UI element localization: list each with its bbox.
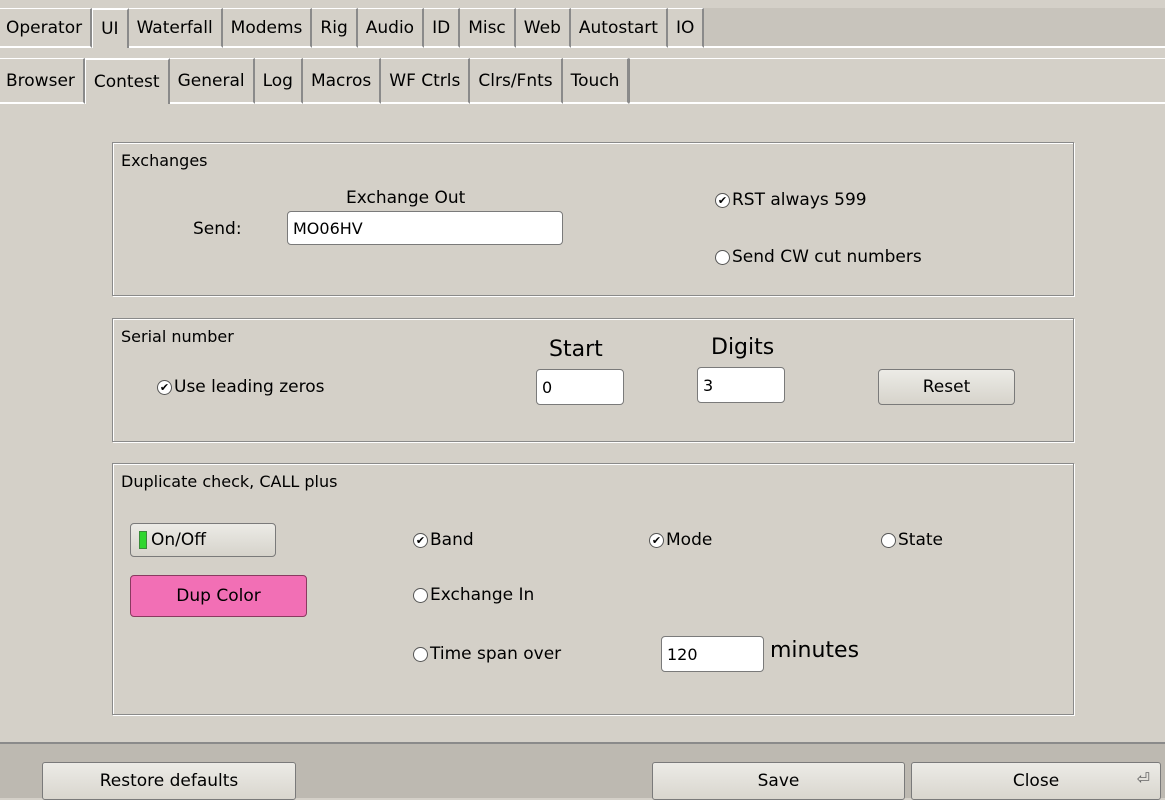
band-check-icon: ✔ (413, 532, 428, 548)
band-checkbox[interactable]: ✔ Band (413, 530, 474, 550)
tab-wf-ctrls[interactable]: WF Ctrls (381, 58, 471, 104)
send-label: Send: (193, 219, 242, 239)
tab-operator[interactable]: Operator (0, 8, 93, 48)
mode-check-icon: ✔ (649, 532, 664, 548)
tab-misc[interactable]: Misc (460, 8, 516, 48)
tab-clrs-fnts[interactable]: Clrs/Fnts (470, 58, 563, 104)
tab-id[interactable]: ID (424, 8, 461, 48)
state-label: State (898, 530, 943, 550)
close-label: Close (1012, 771, 1060, 791)
footer-bar: Restore defaults Save Close ⏎ (0, 742, 1165, 800)
restore-defaults-button[interactable]: Restore defaults (42, 762, 296, 800)
dup-color-button[interactable]: Dup Color (130, 575, 307, 617)
rst-always-599-checkbox[interactable]: ✔ RST always 599 (715, 190, 867, 210)
tab-modems[interactable]: Modems (222, 8, 313, 48)
start-input[interactable]: 0 (536, 369, 624, 405)
tab-autostart[interactable]: Autostart (570, 8, 668, 48)
exchange-in-label: Exchange In (430, 585, 535, 605)
start-label: Start (549, 337, 603, 362)
send-input[interactable]: MO06HV (287, 211, 563, 245)
return-key-icon: ⏎ (1136, 769, 1150, 788)
exchange-in-check-icon (413, 587, 428, 603)
leading-label: Use leading zeros (174, 377, 325, 397)
use-leading-zeros-checkbox[interactable]: ✔ Use leading zeros (157, 377, 325, 397)
band-label: Band (430, 530, 474, 550)
minutes-label: minutes (770, 638, 860, 663)
tab-rig[interactable]: Rig (312, 8, 358, 48)
exchanges-title: Exchanges (121, 151, 208, 170)
close-button[interactable]: Close ⏎ (911, 762, 1161, 800)
cut-label: Send CW cut numbers (732, 247, 922, 267)
tab-browser[interactable]: Browser (0, 58, 85, 104)
digits-input[interactable]: 3 (697, 367, 785, 403)
tab-waterfall[interactable]: Waterfall (128, 8, 223, 48)
reset-button[interactable]: Reset (878, 369, 1015, 405)
save-button[interactable]: Save (652, 762, 905, 800)
state-checkbox[interactable]: State (881, 530, 943, 550)
tab-web[interactable]: Web (515, 8, 571, 48)
sub-tab-bar: Browser Contest General Log Macros WF Ct… (0, 58, 1165, 104)
tab-contest[interactable]: Contest (84, 58, 170, 104)
exchange-out-label: Exchange Out (346, 188, 466, 208)
tab-io[interactable]: IO (667, 8, 705, 48)
tab-log[interactable]: Log (254, 58, 303, 104)
time-span-input[interactable]: 120 (661, 636, 764, 672)
sub-tab-bar-filler (629, 58, 1165, 104)
leading-check-icon: ✔ (157, 379, 172, 395)
cut-check-icon (715, 249, 730, 265)
rst-label: RST always 599 (732, 190, 867, 210)
tab-ui[interactable]: UI (92, 8, 129, 48)
time-span-check-icon (413, 646, 428, 662)
serial-number-group: Serial number ✔ Use leading zeros Start 0… (112, 318, 1074, 442)
duplicate-check-group: Duplicate check, CALL plus On/Off Dup Co… (112, 463, 1074, 715)
exchanges-group: Exchanges Exchange Out Send: MO06HV ✔ RST… (112, 142, 1074, 296)
light-indicator-icon (139, 531, 147, 549)
state-check-icon (881, 532, 896, 548)
tab-bar-filler (704, 8, 1165, 48)
mode-checkbox[interactable]: ✔ Mode (649, 530, 712, 550)
digits-label: Digits (711, 335, 775, 360)
tab-general[interactable]: General (169, 58, 255, 104)
time-span-checkbox[interactable]: Time span over (413, 644, 561, 664)
mode-label: Mode (666, 530, 713, 550)
exchange-in-checkbox[interactable]: Exchange In (413, 585, 534, 605)
dup-title: Duplicate check, CALL plus (121, 472, 338, 491)
tab-macros[interactable]: Macros (302, 58, 382, 104)
rst-check-icon: ✔ (715, 192, 730, 208)
main-tab-bar: Operator UI Waterfall Modems Rig Audio I… (0, 8, 1165, 48)
time-span-label: Time span over (430, 644, 562, 664)
send-cw-cut-numbers-checkbox[interactable]: Send CW cut numbers (715, 247, 922, 267)
tab-touch[interactable]: Touch (562, 58, 630, 104)
tab-audio[interactable]: Audio (357, 8, 425, 48)
serial-title: Serial number (121, 327, 234, 346)
onoff-toggle-button[interactable]: On/Off (130, 523, 276, 557)
onoff-label: On/Off (151, 530, 206, 550)
